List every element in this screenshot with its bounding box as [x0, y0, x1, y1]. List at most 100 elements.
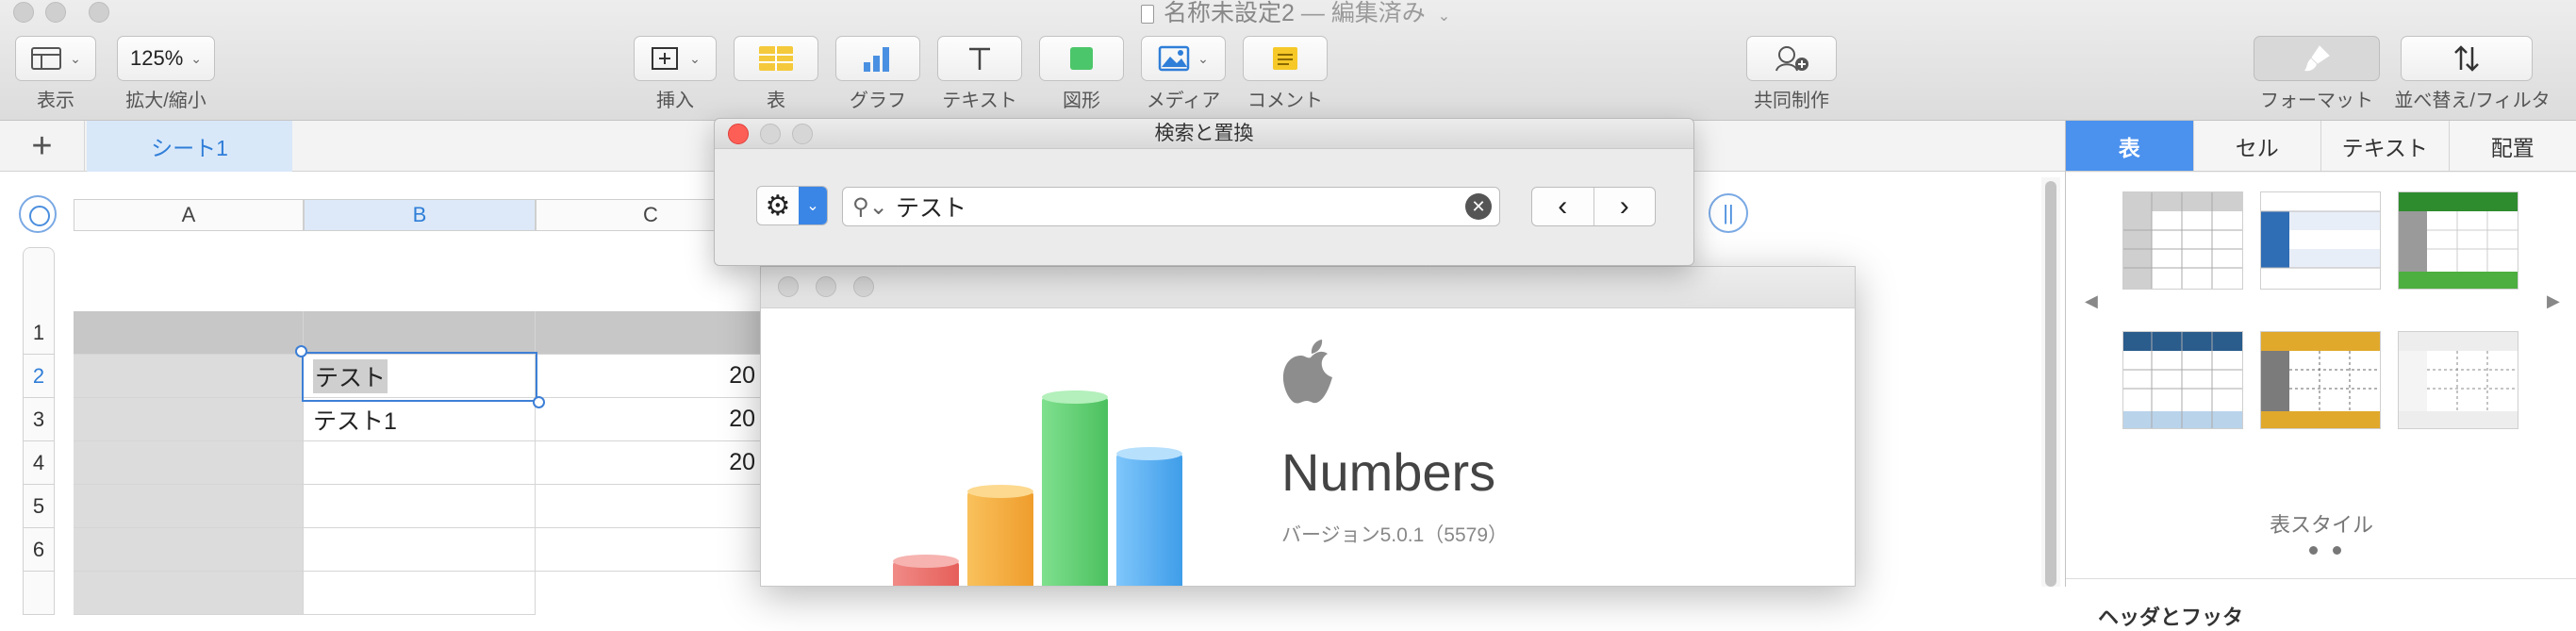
tab-table[interactable]: 表 — [2066, 121, 2194, 171]
find-options-button[interactable]: ⚙ ⌄ — [756, 186, 828, 225]
table-styles-area: ◀ ▶ — [2066, 173, 2576, 616]
find-search-field[interactable]: ⚲⌄ ✕ — [842, 187, 1500, 226]
table-style-4[interactable] — [2122, 331, 2243, 429]
view-button[interactable]: ⌄ — [15, 36, 96, 81]
table-style-2[interactable] — [2260, 191, 2381, 290]
row-header-5[interactable]: 5 — [23, 485, 55, 528]
table-style-6[interactable] — [2398, 331, 2518, 429]
insert-icon — [650, 44, 682, 73]
cell-a2[interactable] — [74, 355, 304, 398]
table-style-1[interactable] — [2122, 191, 2243, 290]
cell-b7[interactable] — [304, 572, 536, 615]
row-header-3[interactable]: 3 — [23, 398, 55, 441]
text-icon — [966, 44, 994, 73]
clear-search-icon[interactable]: ✕ — [1465, 193, 1492, 220]
find-zoom-button[interactable] — [792, 124, 813, 144]
cell-c1[interactable] — [536, 311, 766, 355]
styles-prev-arrow-icon[interactable]: ◀ — [2085, 291, 2098, 311]
column-header-a[interactable]: A — [74, 199, 304, 231]
cell-c3[interactable]: 20 — [536, 398, 766, 441]
insert-button[interactable]: ⌄ — [634, 36, 717, 81]
chevron-down-icon: ⌄ — [1438, 8, 1450, 25]
find-close-button[interactable] — [728, 124, 749, 144]
insert-label: 挿入 — [634, 85, 717, 112]
about-window: Numbers バージョン5.0.1（5579） — [760, 266, 1856, 587]
row-header-7[interactable] — [23, 572, 55, 615]
document-name: 名称未設定2 — [1164, 0, 1295, 26]
numbers-app-icon — [874, 390, 1195, 587]
cell-a3[interactable] — [74, 398, 304, 441]
scrollbar-thumb[interactable] — [2045, 181, 2056, 587]
cell-a5[interactable] — [74, 485, 304, 528]
cell-c4[interactable]: 20 — [536, 441, 766, 485]
select-table-handle[interactable] — [19, 195, 57, 233]
row-header-2[interactable]: 2 — [23, 355, 55, 398]
document-title[interactable]: 名称未設定2 — 編集済み ⌄ — [1141, 0, 1450, 26]
find-navigation: ‹ › — [1531, 187, 1656, 226]
minimize-window-button[interactable] — [45, 2, 66, 23]
add-sheet-button[interactable]: + — [0, 121, 85, 172]
text-label: テキスト — [928, 85, 1032, 112]
cell-b1[interactable] — [304, 311, 536, 355]
cell-b3[interactable]: テスト1 — [304, 398, 536, 441]
gear-icon: ⚙ — [757, 187, 799, 224]
tab-text[interactable]: テキスト — [2321, 121, 2450, 171]
table-style-3[interactable] — [2398, 191, 2518, 290]
vertical-scrollbar[interactable] — [2041, 177, 2060, 587]
styles-page-dot-1[interactable] — [2309, 546, 2318, 555]
close-window-button[interactable] — [13, 2, 34, 23]
find-search-input[interactable] — [894, 192, 1465, 222]
media-button[interactable]: ⌄ — [1141, 36, 1226, 81]
cell-c5[interactable] — [536, 485, 766, 528]
format-button[interactable] — [2254, 36, 2380, 81]
about-close-button[interactable] — [778, 276, 799, 297]
row-header-4[interactable]: 4 — [23, 441, 55, 485]
tab-arrange[interactable]: 配置 — [2450, 121, 2576, 171]
comment-button[interactable] — [1243, 36, 1328, 81]
column-header-b[interactable]: B — [304, 199, 536, 231]
cell-b2[interactable]: テスト — [304, 355, 536, 398]
about-minimize-button[interactable] — [816, 276, 836, 297]
zoom-window-button[interactable] — [89, 2, 109, 23]
chevron-down-icon: ⌄ — [799, 187, 827, 224]
cell-a1[interactable] — [74, 311, 304, 355]
cell-c6[interactable] — [536, 528, 766, 572]
table-styles-label: 表スタイル — [2066, 508, 2576, 539]
table-label: 表 — [734, 85, 818, 112]
cell-a4[interactable] — [74, 441, 304, 485]
cell-b6[interactable] — [304, 528, 536, 572]
table-style-5[interactable] — [2260, 331, 2381, 429]
text-button[interactable] — [937, 36, 1022, 81]
find-minimize-button[interactable] — [760, 124, 781, 144]
collaborate-button[interactable] — [1746, 36, 1837, 81]
selection-handle-top-left[interactable] — [295, 345, 307, 357]
zoom-select[interactable]: 125% ⌄ — [117, 36, 215, 81]
shape-button[interactable] — [1039, 36, 1124, 81]
cell-b4[interactable] — [304, 441, 536, 485]
styles-page-dot-2[interactable] — [2333, 546, 2341, 555]
cell-a6[interactable] — [74, 528, 304, 572]
row-header-6[interactable]: 6 — [23, 528, 55, 572]
find-previous-button[interactable]: ‹ — [1532, 188, 1594, 225]
row-header-1[interactable]: 1 — [23, 311, 55, 355]
tab-cell[interactable]: セル — [2194, 121, 2322, 171]
view-label: 表示 — [15, 85, 96, 112]
row-header-top — [23, 247, 55, 311]
cell-c2[interactable]: 20 — [536, 355, 766, 398]
cell-a7[interactable] — [74, 572, 304, 615]
comment-label: コメント — [1233, 85, 1337, 112]
cell-b5[interactable] — [304, 485, 536, 528]
chart-button[interactable] — [835, 36, 920, 81]
column-add-handle[interactable]: || — [1709, 193, 1748, 233]
header-footer-label[interactable]: ヘッダとフッタ — [2098, 601, 2243, 631]
format-inspector: 表 セル テキスト 配置 ◀ ▶ — [2065, 121, 2576, 587]
paintbrush-icon — [2301, 42, 2333, 75]
table-button[interactable] — [734, 36, 818, 81]
find-titlebar[interactable]: 検索と置換 — [715, 119, 1693, 149]
selection-handle-bottom-right[interactable] — [533, 396, 545, 408]
sort-filter-button[interactable] — [2401, 36, 2533, 81]
tab-sheet-1[interactable]: シート1 — [87, 121, 292, 172]
find-next-button[interactable]: › — [1594, 188, 1656, 225]
styles-next-arrow-icon[interactable]: ▶ — [2547, 291, 2560, 311]
about-zoom-button[interactable] — [853, 276, 874, 297]
